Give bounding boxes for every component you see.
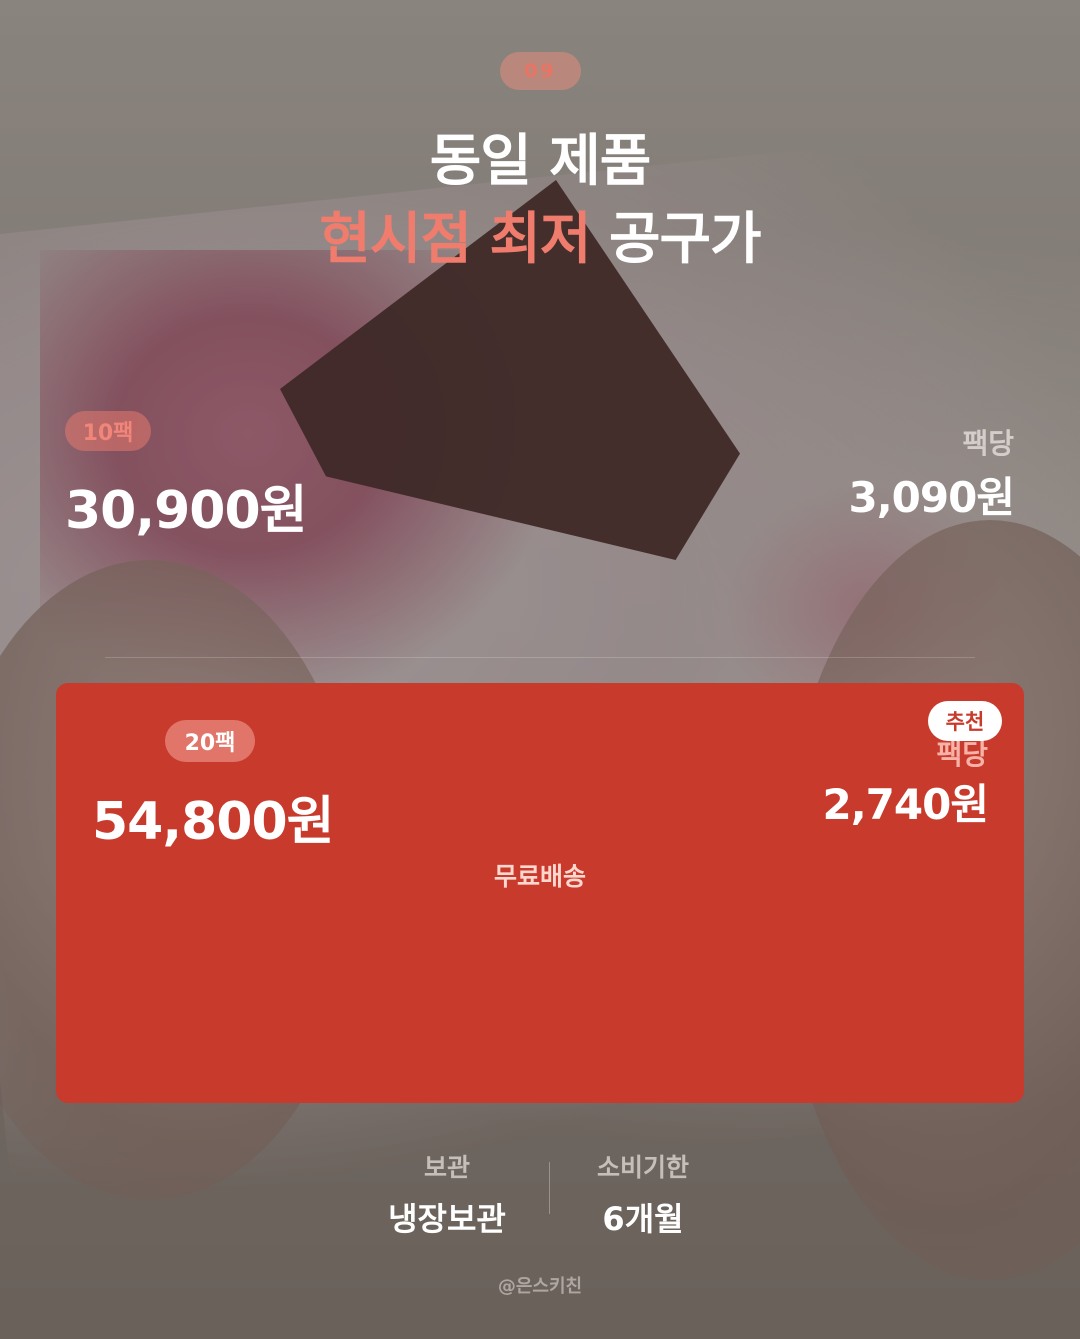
account-handle: @은스키친 <box>497 1276 583 1297</box>
expiry-label: 소비기한 <box>596 1153 689 1182</box>
title-plain: 공구가 <box>609 207 762 272</box>
divider <box>105 657 975 658</box>
pack-10-per-label: 팩당 <box>962 427 1014 460</box>
pack-10-per-price: 3,090원 <box>848 473 1015 522</box>
pack-20-card[interactable]: 20팩 54,800원 추천 팩당 2,740원 무료배송 <box>56 683 1024 1103</box>
pack-20-per-price: 2,740원 <box>822 780 989 829</box>
storage-value: 냉장보관 <box>388 1200 506 1238</box>
title-line-1: 동일 제품 <box>429 129 652 194</box>
pack-20-price: 54,800원 <box>92 792 335 852</box>
section-number-badge: 09 <box>500 52 581 90</box>
title-line-2: 현시점 최저 공구가 <box>0 194 1080 275</box>
title-highlight: 현시점 최저 <box>319 207 591 272</box>
free-shipping-label: 무료배송 <box>493 862 586 891</box>
content: 09 동일 제품 현시점 최저 공구가 10팩 30,900원 팩당 3,090… <box>0 0 1080 1339</box>
pack-10-chip: 10팩 <box>65 411 151 451</box>
pack-20-chip: 20팩 <box>165 720 255 762</box>
expiry-info: 소비기한 6개월 <box>543 1148 743 1240</box>
storage-info: 보관 냉장보관 <box>347 1148 547 1240</box>
storage-label: 보관 <box>423 1153 470 1182</box>
pack-10-price: 30,900원 <box>65 481 308 541</box>
recommend-badge: 추천 <box>928 701 1002 741</box>
expiry-value: 6개월 <box>602 1200 684 1238</box>
